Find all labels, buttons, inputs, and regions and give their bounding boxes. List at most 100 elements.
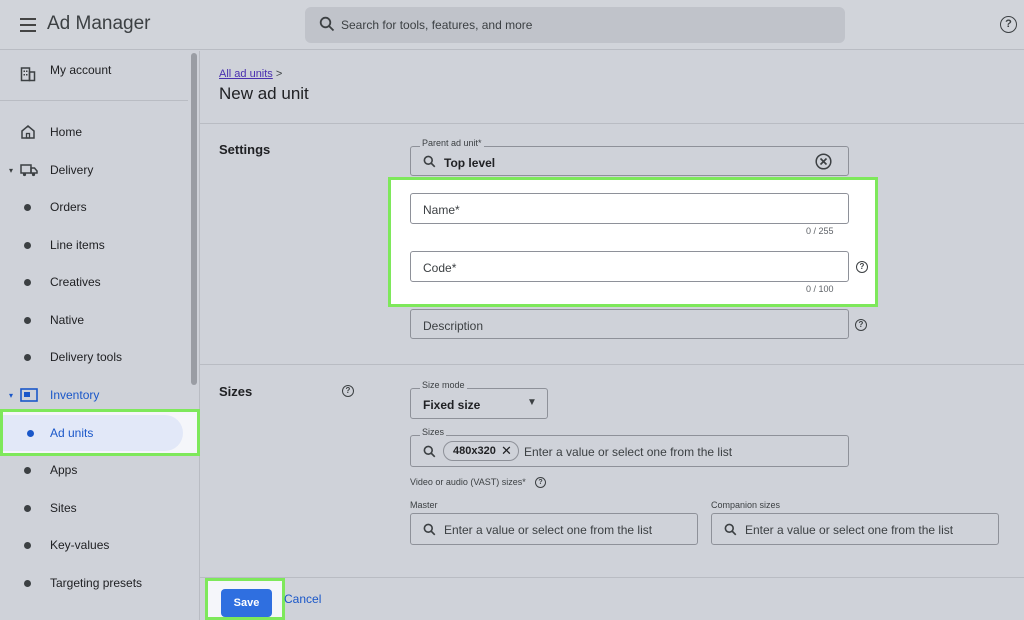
- code-field[interactable]: Code*: [410, 251, 849, 282]
- companion-label: Companion sizes: [711, 500, 781, 510]
- search-icon: [423, 523, 436, 536]
- size-mode-select[interactable]: Fixed size ▼: [410, 388, 548, 419]
- sidebar-item-label: Targeting presets: [50, 576, 143, 590]
- bullet-icon: [24, 354, 31, 361]
- sidebar-item-delivery-tools[interactable]: Delivery tools: [0, 339, 200, 375]
- bullet-icon: [24, 204, 31, 211]
- help-icon[interactable]: ?: [535, 477, 546, 488]
- sidebar-item-orders[interactable]: Orders: [0, 189, 200, 225]
- save-button[interactable]: Save: [221, 589, 272, 617]
- sidebar-item-label: Key-values: [50, 538, 110, 552]
- highlight-name-code: Name* 0 / 255 Code* ? 0 / 100: [388, 177, 878, 307]
- divider: [200, 577, 1024, 578]
- sidebar-item-native[interactable]: Native: [0, 302, 200, 338]
- sidebar-item-inventory[interactable]: ▾ Inventory: [0, 377, 200, 413]
- size-mode-value: Fixed size: [423, 398, 481, 412]
- description-field[interactable]: Description: [410, 309, 849, 339]
- truck-icon: [20, 164, 38, 177]
- sidebar-item-sites[interactable]: Sites: [0, 490, 200, 526]
- sizes-placeholder: Enter a value or select one from the lis…: [524, 445, 733, 459]
- sidebar-item-label: Delivery: [50, 163, 94, 177]
- building-icon: [20, 67, 36, 82]
- parent-ad-unit-label: Parent ad unit*: [420, 138, 484, 148]
- menu-icon[interactable]: [20, 18, 36, 32]
- home-icon: [21, 125, 35, 139]
- sidebar-item-creatives[interactable]: Creatives: [0, 264, 200, 300]
- sizes-section-title: Sizes: [219, 384, 253, 399]
- help-icon[interactable]: ?: [342, 385, 354, 397]
- sidebar-item-line-items[interactable]: Line items: [0, 227, 200, 263]
- dropdown-arrow-icon: ▼: [527, 397, 537, 408]
- sidebar-item-home[interactable]: Home: [0, 114, 200, 150]
- vast-sizes-label: Video or audio (VAST) sizes*: [410, 477, 526, 487]
- clear-circle-icon[interactable]: [815, 153, 832, 170]
- companion-field[interactable]: Enter a value or select one from the lis…: [711, 513, 999, 545]
- sidebar-item-label: Sites: [50, 501, 77, 515]
- search-placeholder: Search for tools, features, and more: [341, 18, 533, 32]
- sidebar-item-label: Delivery tools: [50, 350, 123, 364]
- breadcrumb-link-all-ad-units[interactable]: All ad units: [219, 68, 273, 80]
- master-placeholder: Enter a value or select one from the lis…: [444, 523, 653, 537]
- inventory-icon: [20, 388, 38, 402]
- sidebar-item-label: Apps: [50, 463, 78, 477]
- highlight-ad-units: Ad units: [0, 409, 200, 456]
- divider: [200, 364, 1024, 365]
- search-icon: [319, 16, 335, 32]
- top-bar: Ad Manager Search for tools, features, a…: [0, 0, 1024, 50]
- cancel-button[interactable]: Cancel: [284, 592, 321, 606]
- highlight-save: Save: [205, 578, 285, 620]
- sidebar-item-label: Orders: [50, 200, 87, 214]
- settings-section-title: Settings: [219, 142, 271, 157]
- sidebar-item-label: Ad units: [50, 426, 94, 440]
- app-title: Ad Manager: [47, 13, 151, 34]
- description-placeholder: Description: [423, 319, 484, 333]
- companion-placeholder: Enter a value or select one from the lis…: [745, 523, 954, 537]
- close-icon[interactable]: ✕: [501, 443, 512, 459]
- sidebar-item-delivery[interactable]: ▾ Delivery: [0, 152, 200, 188]
- bullet-icon: [24, 580, 31, 587]
- size-chip-label: 480x320: [453, 445, 496, 457]
- expand-caret-icon[interactable]: ▾: [9, 166, 13, 175]
- bullet-icon: [27, 430, 34, 437]
- name-counter: 0 / 255: [806, 226, 834, 236]
- bullet-icon: [24, 317, 31, 324]
- sidebar-item-label: Native: [50, 313, 85, 327]
- parent-ad-unit-value: Top level: [444, 156, 496, 170]
- bullet-icon: [24, 467, 31, 474]
- breadcrumb: All ad units >: [219, 68, 282, 80]
- sidebar-item-targeting-presets[interactable]: Targeting presets: [0, 565, 200, 601]
- sidebar-item-my-account[interactable]: My account: [0, 51, 188, 101]
- code-counter: 0 / 100: [806, 284, 834, 294]
- sidebar-item-key-values[interactable]: Key-values: [0, 527, 200, 563]
- sidebar-item-label: Line items: [50, 238, 105, 252]
- sidebar-item-label: Inventory: [50, 388, 100, 402]
- help-icon[interactable]: ?: [855, 319, 867, 331]
- name-field[interactable]: Name*: [410, 193, 849, 224]
- master-label: Master: [410, 500, 438, 510]
- bullet-icon: [24, 505, 31, 512]
- page-title: New ad unit: [219, 84, 309, 103]
- bullet-icon: [24, 242, 31, 249]
- parent-ad-unit-field[interactable]: Top level: [410, 146, 849, 176]
- expand-caret-icon[interactable]: ▾: [9, 391, 13, 400]
- sidebar-item-label: Creatives: [50, 275, 101, 289]
- size-chip[interactable]: 480x320 ✕: [443, 441, 519, 461]
- name-placeholder: Name*: [423, 203, 460, 217]
- bullet-icon: [24, 542, 31, 549]
- chevron-right-icon: >: [275, 68, 283, 80]
- search-icon: [724, 523, 737, 536]
- size-mode-label: Size mode: [420, 380, 467, 390]
- sidebar: My account Home ▾ Delivery Orders Line i…: [0, 51, 200, 620]
- search-icon: [423, 155, 436, 168]
- sidebar-item-label: My account: [50, 63, 112, 77]
- bullet-icon: [24, 279, 31, 286]
- help-icon[interactable]: ?: [856, 261, 868, 273]
- sidebar-item-label: Home: [50, 125, 83, 139]
- code-placeholder: Code*: [423, 261, 457, 275]
- help-icon[interactable]: ?: [1000, 16, 1017, 33]
- search-bar[interactable]: Search for tools, features, and more: [305, 7, 845, 43]
- divider: [200, 123, 1024, 124]
- master-field[interactable]: Enter a value or select one from the lis…: [410, 513, 698, 545]
- sidebar-item-apps[interactable]: Apps: [0, 452, 200, 488]
- sidebar-item-ad-units[interactable]: Ad units: [3, 415, 183, 451]
